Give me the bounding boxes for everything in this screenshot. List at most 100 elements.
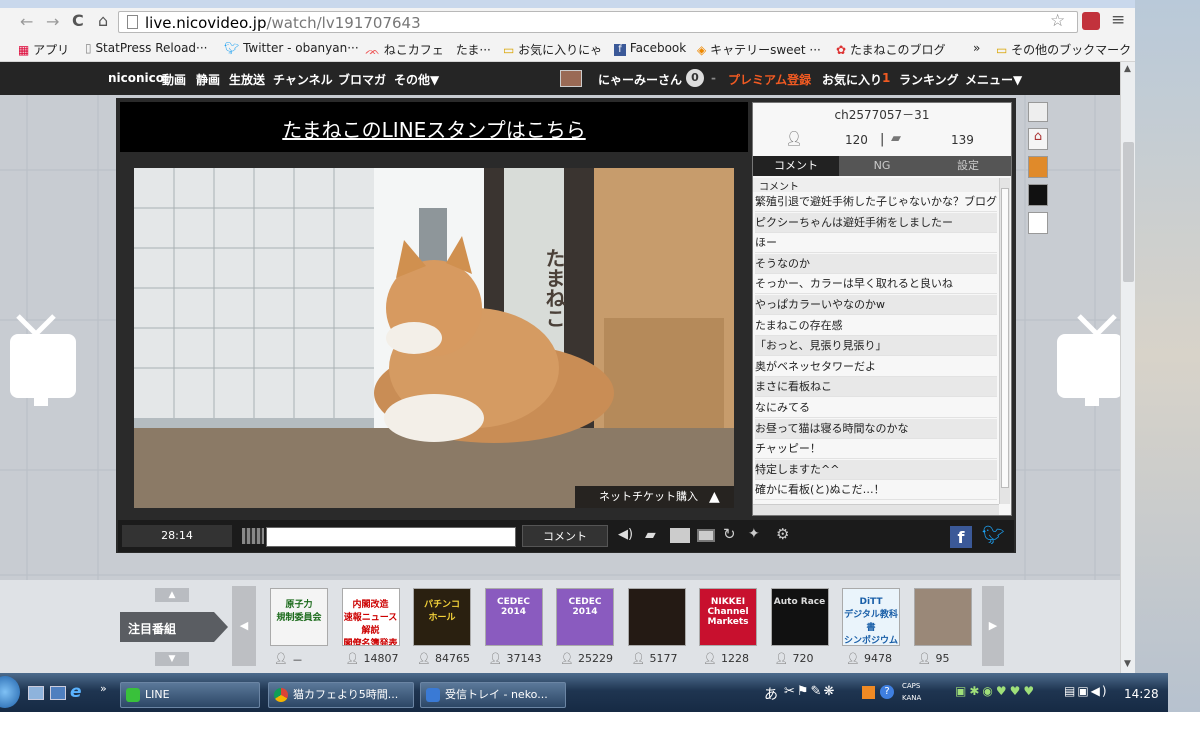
black-square-icon[interactable] <box>1028 184 1048 206</box>
address-bar[interactable]: live.nicovideo.jp/watch/lv191707643 <box>118 11 1078 33</box>
home-icon[interactable]: ⌂ <box>98 11 108 30</box>
featured-thumbnail[interactable]: Auto Race <box>770 588 829 646</box>
ie-icon[interactable]: e <box>70 682 82 702</box>
comment-row[interactable]: 特定しますた^^ <box>755 459 997 480</box>
ime-dictionary-icon[interactable] <box>862 686 875 699</box>
taskbar-chrome-button[interactable]: 猫カフェより5時間... <box>268 682 414 708</box>
featured-thumbnail[interactable] <box>913 588 972 646</box>
featured-thumbnail[interactable]: DiTT デジタル教科書 シンポジウム <box>842 588 900 646</box>
volume-icon[interactable]: ◀) <box>618 527 633 542</box>
ranking-link[interactable]: ランキング <box>899 71 959 88</box>
bookmark-nekocafe[interactable]: ᨏ ねこカフェ たま··· <box>365 41 491 58</box>
bookmark-twitter[interactable]: 🐦︎ Twitter - obanyan··· <box>224 41 359 55</box>
nav-channel[interactable]: チャンネル <box>273 71 333 88</box>
nav-niconico[interactable]: niconico <box>108 71 164 85</box>
forward-icon[interactable]: → <box>46 12 59 31</box>
gamepad-icon[interactable]: ✦ <box>748 526 760 542</box>
comment-row[interactable]: そっかー、カラーは早く取れると良いね <box>755 274 997 295</box>
taskbar-line-button[interactable]: LINE <box>120 682 260 708</box>
points-badge[interactable]: 0 <box>686 69 704 87</box>
reload-player-icon[interactable]: ↻ <box>723 525 736 543</box>
house-icon[interactable]: ⌂ <box>1028 128 1048 150</box>
scroll-thumb[interactable] <box>1001 188 1009 488</box>
quicklaunch-overflow[interactable]: » <box>100 682 107 695</box>
comment-row[interactable]: ほー <box>755 233 997 254</box>
comment-row[interactable]: 奥がベネッセタワーだよ <box>755 357 997 377</box>
featured-down-button[interactable]: ▼ <box>155 652 189 666</box>
comment-toggle-icon[interactable]: ▰ <box>645 527 656 543</box>
taskbar-mail-button[interactable]: 受信トレイ - neko... <box>420 682 566 708</box>
white-square-icon[interactable] <box>1028 212 1048 234</box>
clock[interactable]: 14:28 <box>1124 687 1159 701</box>
nav-video[interactable]: 動画 <box>162 71 186 88</box>
featured-thumbnail[interactable]: CEDEC 2014 <box>484 588 543 646</box>
bookmark-cattery[interactable]: ◈ キャテリーsweet ··· <box>697 41 821 58</box>
comment-row[interactable]: お昼って猫は寝る時間なのかな <box>755 418 997 439</box>
comment-row[interactable]: なにみてる <box>755 398 997 418</box>
nav-live[interactable]: 生放送 <box>229 71 265 88</box>
comment-row[interactable]: 「おっと、見張り見張り」 <box>755 336 997 357</box>
comment-submit-button[interactable]: コメント <box>522 525 608 547</box>
menu-link[interactable]: メニュー▼ <box>965 71 1022 88</box>
comment-row[interactable]: 確かに看板(と)ぬこだ…！ <box>755 480 997 501</box>
bookmark-apps[interactable]: ▦ アプリ <box>18 41 69 58</box>
comment-row[interactable]: 繁殖引退で避妊手術した子じゃないかな？ブログで <box>755 192 997 212</box>
extension-icon[interactable] <box>1082 12 1100 30</box>
reload-icon[interactable]: C <box>72 11 84 30</box>
favorites-link[interactable]: お気に入り <box>822 71 882 88</box>
avatar[interactable] <box>560 70 582 87</box>
featured-thumbnail[interactable]: NIKKEI Channel Markets <box>699 588 757 646</box>
featured-thumbnail[interactable]: CEDEC 2014 <box>556 588 614 646</box>
page-scrollbar[interactable]: ▲ ▼ <box>1120 62 1135 673</box>
featured-thumbnail[interactable]: 内閣改造 速報ニュース解説 閣僚名簿発表 <box>341 588 400 646</box>
comment-scrollbar[interactable] <box>999 178 1010 504</box>
facebook-share-icon[interactable]: f <box>950 526 972 548</box>
tab-comments[interactable]: コメント <box>753 156 839 176</box>
comment-input[interactable] <box>266 527 516 547</box>
featured-thumbnail[interactable] <box>627 588 686 646</box>
line-stamp-link[interactable]: たまねこのLINEスタンプはこちら <box>120 114 748 143</box>
bookmark-other[interactable]: ▭ その他のブックマーク <box>996 41 1131 58</box>
nav-blomaga[interactable]: ブロマガ <box>338 71 386 88</box>
scroll-down-icon[interactable]: ▼ <box>1124 659 1131 669</box>
keyboard-icon[interactable] <box>242 528 264 544</box>
screen-icon[interactable] <box>697 529 715 542</box>
comment-row[interactable]: やっぱカラーいやなのかw <box>755 295 997 315</box>
comment-row[interactable]: まさに看板ねこ <box>755 377 997 398</box>
user-name[interactable]: にゃーみーさん <box>598 71 682 88</box>
comment-row[interactable]: ピクシーちゃんは避妊手術をしましたー <box>755 212 997 233</box>
ime-mode[interactable]: あ <box>764 684 778 704</box>
comment-row[interactable]: チャッピー！ <box>755 439 997 460</box>
comment-row[interactable]: そうなのか <box>755 253 997 274</box>
bookmark-blog[interactable]: ✿ たまねこのブログ <box>836 41 946 58</box>
ime-tools-icon[interactable]: ✂⚑✎❋ <box>784 684 836 699</box>
bookmark-statpress[interactable]: ▯ StatPress Reload··· <box>85 41 208 55</box>
scroll-thumb[interactable] <box>1123 142 1134 282</box>
network-volume-icons[interactable]: ▤▣◀) <box>1064 684 1109 698</box>
carousel-prev-button[interactable]: ◀ <box>232 586 256 666</box>
tray-icons[interactable]: ▣✱◉♥♥♥ <box>955 684 1037 698</box>
quicklaunch-window-icon[interactable] <box>50 686 66 700</box>
back-icon[interactable]: ← <box>20 12 33 31</box>
tab-ng[interactable]: NG <box>839 156 925 176</box>
menu-icon[interactable]: ≡ <box>1111 10 1125 30</box>
share-icon[interactable] <box>1028 102 1048 122</box>
featured-thumbnail[interactable]: パチンコ ホール <box>413 588 471 646</box>
comment-row[interactable]: たまねこの存在感 <box>755 316 997 336</box>
settings-gear-icon[interactable]: ⚙ <box>776 525 789 543</box>
premium-link[interactable]: プレミアム登録 <box>728 71 811 88</box>
nav-other[interactable]: その他▼ <box>394 71 439 88</box>
tab-settings[interactable]: 設定 <box>925 156 1011 176</box>
bookmark-overflow[interactable]: » <box>973 41 980 55</box>
ticket-button[interactable]: ネットチケット購入 ▲ <box>575 486 734 508</box>
featured-up-button[interactable]: ▲ <box>155 588 189 602</box>
bookmark-folder[interactable]: ▭ お気に入りにゃ <box>503 41 602 58</box>
comment-hscrollbar[interactable] <box>753 504 999 515</box>
ng-icon[interactable] <box>670 528 690 543</box>
scroll-up-icon[interactable]: ▲ <box>1124 64 1131 74</box>
quicklaunch-desktop-icon[interactable] <box>28 686 44 700</box>
help-icon[interactable]: ? <box>880 685 894 699</box>
carousel-next-button[interactable]: ▶ <box>982 586 1004 666</box>
star-icon[interactable]: ☆ <box>1050 11 1065 31</box>
nav-seiga[interactable]: 静画 <box>196 71 220 88</box>
